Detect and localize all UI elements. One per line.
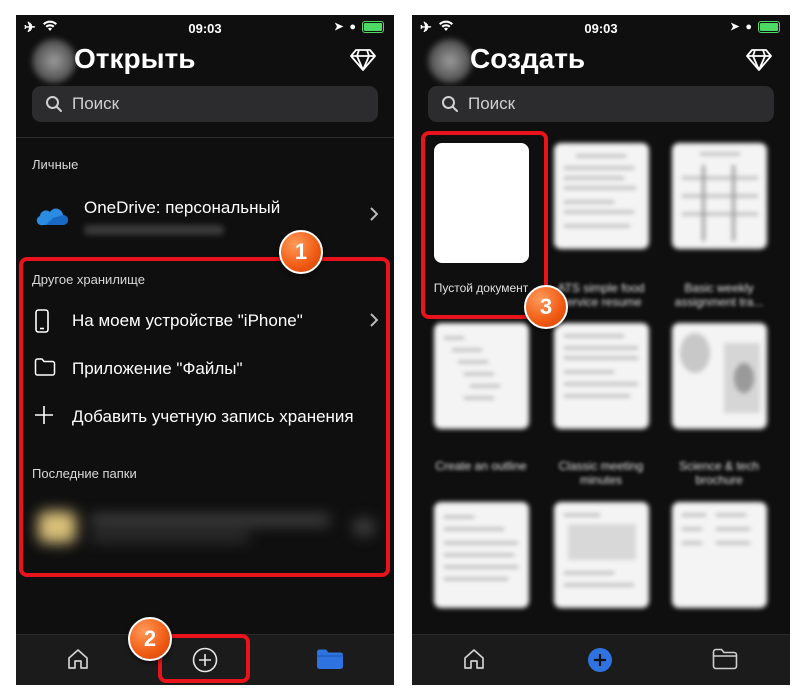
- avatar[interactable]: [32, 39, 76, 83]
- status-bar: ✈ 09:03 ➤ ●: [16, 15, 394, 41]
- page-title: Открыть: [74, 43, 196, 74]
- search-input[interactable]: [72, 86, 352, 122]
- avatar[interactable]: [428, 39, 472, 83]
- home-icon[interactable]: [462, 647, 486, 671]
- folder-icon[interactable]: [712, 648, 738, 670]
- section-personal: Личные: [32, 157, 79, 172]
- header-divider: [16, 137, 394, 138]
- search-icon: [46, 96, 62, 112]
- template-caption: Create an outline: [435, 459, 527, 473]
- location-icon: ➤: [334, 21, 344, 33]
- person-icon: ●: [745, 20, 752, 33]
- location-icon: ➤: [730, 21, 740, 33]
- template-card[interactable]: [672, 143, 767, 249]
- onedrive-cloud-icon: [36, 208, 68, 226]
- template-card[interactable]: [672, 323, 767, 429]
- onedrive-item[interactable]: OneDrive: персональный: [16, 195, 394, 251]
- template-caption: Basic weekly assignment tra...: [674, 281, 764, 309]
- step-badge-1: 1: [279, 230, 323, 274]
- template-card[interactable]: [554, 502, 649, 608]
- template-card[interactable]: [672, 502, 767, 608]
- home-icon[interactable]: [66, 647, 90, 671]
- template-card[interactable]: [554, 323, 649, 429]
- create-screen: ✈ 09:03 ➤ ● Создать Пустой документ ATS …: [412, 15, 790, 685]
- search-bar[interactable]: [32, 86, 378, 122]
- search-input[interactable]: [468, 86, 748, 122]
- battery-icon: [758, 20, 780, 33]
- highlight-other-storage: [19, 257, 390, 577]
- template-card[interactable]: [434, 502, 529, 608]
- template-card[interactable]: [434, 323, 529, 429]
- chevron-right-icon: [370, 207, 378, 221]
- tab-bar: [412, 634, 790, 685]
- folder-filled-icon[interactable]: [316, 648, 344, 670]
- step-badge-3: 3: [524, 285, 568, 329]
- create-plus-icon[interactable]: [587, 647, 613, 673]
- page-title: Создать: [470, 43, 586, 74]
- premium-diamond-icon[interactable]: [350, 49, 376, 71]
- premium-diamond-icon[interactable]: [746, 49, 772, 71]
- status-bar: ✈ 09:03 ➤ ●: [412, 15, 790, 41]
- onedrive-label: OneDrive: персональный: [84, 198, 281, 217]
- step-badge-2: 2: [128, 617, 172, 661]
- highlight-blank-document: [421, 131, 548, 319]
- template-caption: Classic meeting minutes: [558, 459, 644, 487]
- search-icon: [442, 96, 458, 112]
- battery-icon: [362, 20, 384, 33]
- person-icon: ●: [349, 20, 356, 33]
- template-card[interactable]: [554, 143, 649, 249]
- search-bar[interactable]: [428, 86, 774, 122]
- onedrive-account-blurred: [84, 225, 224, 235]
- template-caption: Science & tech brochure: [678, 459, 760, 487]
